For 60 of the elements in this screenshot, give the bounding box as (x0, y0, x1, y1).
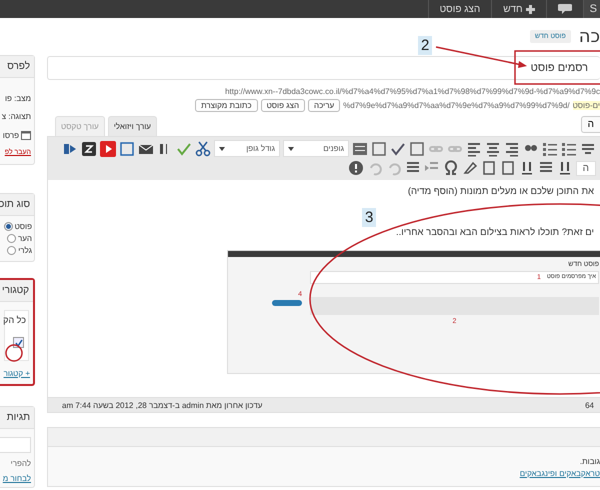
annotation-label: 2 (418, 36, 432, 55)
permalink-button[interactable]: כתובת מקוצרת (195, 99, 258, 112)
toolbar-toggle-icon[interactable] (352, 140, 368, 156)
permalink-path: %d7%9e%d7%a9%d7%aa%d7%9e%d7%a9%d7%99%d7%9d/ (343, 101, 570, 110)
help-icon[interactable] (348, 160, 364, 176)
scissors-icon[interactable] (195, 140, 211, 156)
new-menu[interactable]: חדש (491, 0, 546, 18)
trackbacks-link[interactable]: טראקבאקים ופינגבאקים (48, 469, 600, 478)
add-category-link[interactable]: + קטגור (0, 367, 33, 384)
publish-line: פרסו (2, 130, 19, 140)
format-option[interactable]: הער (2, 234, 32, 243)
screenshot-button (272, 300, 302, 306)
align-right-icon[interactable] (504, 140, 520, 156)
format-option[interactable]: גלרי (2, 246, 32, 255)
font-family-select[interactable]: גופנים (283, 140, 349, 157)
bullet-list-icon[interactable] (561, 140, 577, 156)
spellcheck-icon[interactable] (390, 140, 406, 156)
visibility-line: תצוגה: צ (0, 112, 31, 121)
annotation-label: 3 (362, 208, 376, 227)
align-center-icon[interactable] (485, 140, 501, 156)
tags-hint: להפרי (10, 459, 32, 468)
discussion-text: גובות. (578, 456, 600, 466)
speech-bubble-icon (558, 3, 572, 15)
annotation-circle (5, 344, 23, 362)
paragraph-format-select[interactable]: ה (576, 160, 596, 176)
permalink-slug: ים-פוסט (572, 101, 600, 110)
calendar-icon (21, 130, 31, 140)
radio-button[interactable] (7, 246, 16, 255)
caret-icon (219, 146, 225, 150)
format-option[interactable]: פוסט (2, 222, 32, 231)
permalink-url: http://www.xn--7dbda3cowc.co.il/%d7%a4%d7%95%d7%a1%d7%98%d7%99%d7%9d-%d7%a9%d7%9c (224, 87, 600, 96)
radio-button[interactable] (4, 222, 13, 231)
add-media-button[interactable]: ה (580, 116, 600, 133)
site-menu[interactable]: S (582, 0, 600, 18)
title-field[interactable]: רסמים פוסט (47, 56, 600, 80)
align-left-icon[interactable] (466, 140, 482, 156)
paragraph: את התוכן שלכם או מעלים תמונות (הוסף מדיה) (406, 186, 594, 197)
z-logo-icon[interactable] (81, 140, 97, 156)
word-count: 64 (585, 400, 594, 410)
numbered-list-icon[interactable] (542, 140, 558, 156)
font-size-select[interactable]: גודל גופן (214, 140, 280, 157)
status-line: מצב: פו (4, 94, 31, 103)
radio-button[interactable] (7, 234, 16, 243)
last-edited-text: עדכון אחרון מאת admin ב-דצמבר 28, 2012 בשעה 7:44 am (62, 400, 262, 410)
box-title: לפרס (0, 56, 34, 78)
caret-icon (288, 146, 294, 150)
omega-icon[interactable] (442, 160, 459, 176)
play-icon[interactable] (100, 140, 116, 156)
permalink-button[interactable]: הצג פוסט (260, 99, 306, 112)
editor-tab[interactable]: עורך ויזואלי (108, 116, 157, 136)
permalink-button[interactable]: עריכה (308, 99, 340, 112)
choose-tags-link[interactable]: לבחור מ (0, 468, 34, 487)
box-title: תגיות (0, 407, 34, 429)
paragraph: ים זאת? תוכלו לראות בצילום הבא ובהסבר אחריו.. (394, 227, 594, 238)
tag-input[interactable] (0, 437, 31, 453)
view-post-link[interactable]: הצג פוסט (428, 0, 492, 18)
page-heading: כה (578, 26, 600, 46)
box-title: קטגורי (0, 280, 33, 302)
plus-icon (526, 4, 535, 14)
category-checkbox[interactable] (13, 337, 24, 348)
